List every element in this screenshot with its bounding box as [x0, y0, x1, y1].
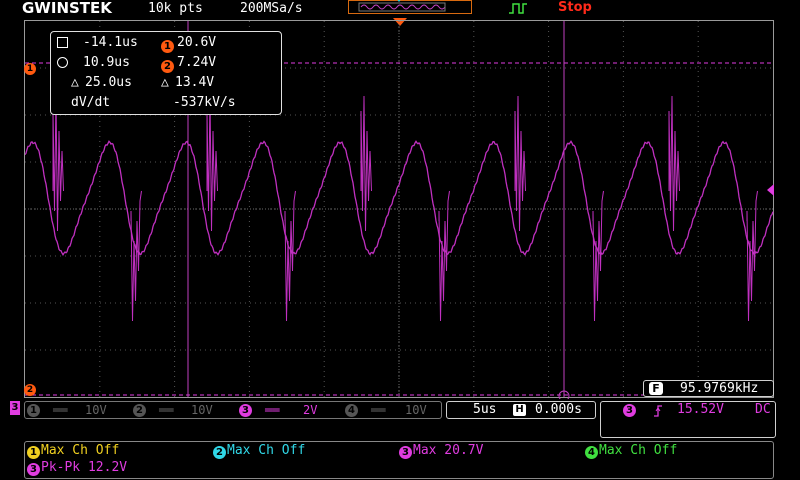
measurement-1[interactable]: 1 Max Ch Off — [27, 443, 119, 459]
ch3-spike-falling — [130, 190, 142, 322]
cursor-v1-value: 20.6V — [177, 35, 217, 50]
frequency-value: 95.9769kHz — [680, 381, 759, 396]
timebase-panel[interactable]: 5us H 0.000s — [446, 401, 596, 419]
ch3-spike-rising — [514, 95, 526, 232]
rising-edge-icon — [654, 405, 662, 417]
trigger-level: 15.52V — [677, 402, 724, 417]
trigger-edge-icon — [509, 3, 527, 14]
timebase-scale: 5us — [473, 402, 497, 417]
memory-waveform-icon — [358, 2, 446, 12]
cursor-readout-panel: -14.1us 10.9us △ 25.0us dV/dt 1 20.6V 2 … — [50, 31, 282, 115]
measurement-3[interactable]: 3 Max 20.7V — [399, 443, 483, 459]
ch3-scale: 2V — [303, 403, 318, 417]
memory-marker-icon — [396, 0, 402, 2]
measurement-2[interactable]: 2 Max Ch Off — [213, 443, 305, 459]
ch3-spike-falling — [592, 190, 604, 322]
top-status-bar: GWINSTEK 10k pts 200MSa/s Stop — [0, 0, 800, 26]
delta-icon: △ — [71, 75, 79, 90]
ch3-indicator[interactable]: 3 — [239, 404, 252, 417]
v2-cursor-icon: 2 — [161, 60, 174, 73]
ch1-indicator[interactable]: 1 — [27, 404, 40, 417]
frequency-badge: F — [649, 382, 663, 395]
ch3-coupling: ══ — [265, 403, 280, 417]
ch4-indicator[interactable]: 4 — [345, 404, 358, 417]
memory-position-bar[interactable] — [348, 0, 472, 14]
trigger-level-marker[interactable] — [767, 184, 774, 196]
ch1-level-marker[interactable]: 1 — [24, 63, 36, 75]
frequency-counter: F 95.9769kHz — [643, 380, 774, 397]
sample-rate: 200MSa/s — [240, 1, 303, 16]
cursor-delta-value: 13.4V — [175, 75, 215, 90]
timebase-position: 0.000s — [535, 402, 582, 417]
cursor-h2-time: 10.9us — [83, 55, 130, 70]
ch3-level-marker[interactable]: 3 — [10, 401, 20, 415]
ch3-spike-rising — [668, 95, 680, 232]
ch2-level-marker[interactable]: 2 — [24, 384, 36, 396]
trigger-coupling: DC — [755, 402, 771, 417]
delta-icon: △ — [161, 75, 169, 90]
cursor-h1-time: -14.1us — [83, 35, 138, 50]
v1-cursor-icon: 1 — [161, 40, 174, 53]
circle-cursor-icon — [57, 57, 68, 68]
ch4-scale: 10V — [405, 403, 427, 417]
horizontal-badge: H — [513, 404, 526, 416]
ch2-indicator[interactable]: 2 — [133, 404, 146, 417]
ch3-spike-rising — [206, 95, 218, 232]
dvdt-value: -537kV/s — [173, 95, 236, 110]
measurement-panel: 1 Max Ch Off 2 Max Ch Off 3 Max 20.7V 4 Max … — [24, 441, 774, 479]
ch1-coupling: ══ — [53, 403, 68, 417]
ch2-scale: 10V — [191, 403, 213, 417]
dvdt-label: dV/dt — [71, 95, 111, 110]
square-cursor-icon — [57, 37, 68, 48]
ch3-spike-rising — [360, 95, 372, 232]
measurement-4[interactable]: 4 Max Ch Off — [585, 443, 677, 459]
measurement-5[interactable]: 3 Pk-Pk 12.2V — [27, 460, 127, 476]
ch3-spike-falling — [284, 190, 296, 322]
cursor-delta-time: 25.0us — [85, 75, 132, 90]
cursor-v2-value: 7.24V — [177, 55, 217, 70]
ch2-coupling: ══ — [159, 403, 174, 417]
ch4-coupling: ══ — [371, 403, 386, 417]
ch1-scale: 10V — [85, 403, 107, 417]
channel-status-bar: 1 ══ 10V 2 ══ 10V 3 ══ 2V 4 ══ 10V — [24, 401, 442, 419]
trigger-panel[interactable]: 3 15.52V DC — [600, 401, 776, 438]
ch3-spike-rising — [52, 95, 64, 232]
brand-logo: GWINSTEK — [22, 0, 112, 17]
run-status[interactable]: Stop — [558, 0, 592, 15]
trigger-source: 3 — [623, 404, 636, 417]
record-length: 10k pts — [148, 1, 203, 16]
